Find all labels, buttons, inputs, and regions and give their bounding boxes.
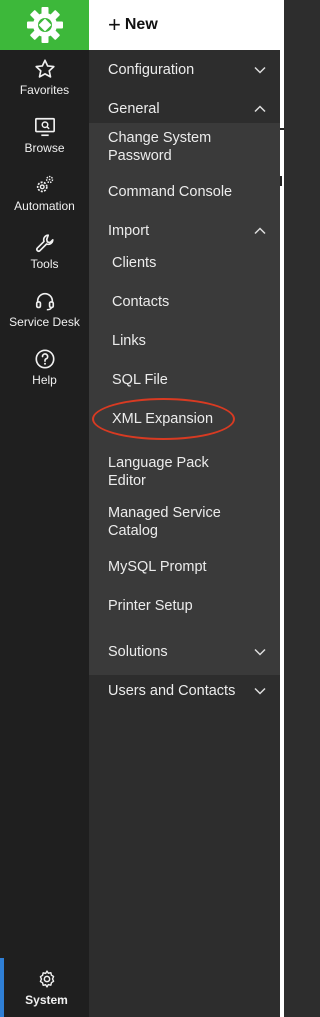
rail-help[interactable]: Help bbox=[0, 348, 89, 406]
chevron-down-icon bbox=[254, 66, 266, 74]
menu-import-sql-file[interactable]: SQL File bbox=[89, 371, 280, 389]
nav-rail: Favorites Browse Automation Tools Servic… bbox=[0, 0, 89, 1017]
monitor-search-icon bbox=[34, 117, 55, 137]
new-button-label: New bbox=[124, 16, 158, 33]
chevron-down-icon bbox=[254, 687, 266, 695]
rail-service-desk[interactable]: Service Desk bbox=[0, 290, 89, 348]
menu-label: Command Console bbox=[108, 184, 233, 200]
menu-label: Managed Service Catalog bbox=[108, 505, 221, 539]
menu-solutions[interactable]: Solutions bbox=[89, 643, 280, 661]
menu-import[interactable]: Import bbox=[89, 222, 280, 240]
wrench-icon bbox=[35, 234, 54, 252]
background-text-fragment bbox=[280, 176, 282, 186]
menu-label: MySQL Prompt bbox=[108, 559, 207, 575]
rail-browse[interactable]: Browse bbox=[0, 116, 89, 174]
menu-label: Solutions bbox=[108, 644, 168, 660]
menu-users-and-contacts[interactable]: Users and Contacts bbox=[89, 682, 280, 700]
chevron-up-icon bbox=[254, 105, 266, 113]
logo-gear-icon[interactable] bbox=[0, 0, 89, 50]
top-bar: + New bbox=[89, 0, 280, 50]
background-page bbox=[280, 0, 284, 1017]
background-divider bbox=[280, 128, 284, 130]
rail-label: Help bbox=[32, 373, 57, 387]
menu-label: Clients bbox=[112, 255, 157, 271]
headset-icon bbox=[35, 292, 54, 311]
menu-import-xml-expansion[interactable]: XML Expansion bbox=[89, 410, 280, 428]
system-menu: Configuration General Change System Pass… bbox=[89, 50, 280, 1017]
menu-label: General bbox=[108, 101, 160, 117]
settings-gear-icon bbox=[39, 969, 54, 988]
rail-label: Tools bbox=[30, 257, 59, 271]
rail-label: Favorites bbox=[19, 83, 70, 97]
rail-label: System bbox=[25, 992, 68, 1007]
menu-label: Printer Setup bbox=[108, 598, 193, 614]
menu-label: Users and Contacts bbox=[108, 683, 236, 699]
menu-language-pack-editor[interactable]: Language Pack Editor bbox=[89, 454, 280, 490]
menu-managed-service-catalog[interactable]: Managed Service Catalog bbox=[89, 504, 280, 540]
menu-configuration[interactable]: Configuration bbox=[89, 61, 280, 79]
menu-label: Language Pack Editor bbox=[108, 455, 209, 489]
menu-change-system-password[interactable]: Change System Password bbox=[89, 129, 280, 165]
menu-command-console[interactable]: Command Console bbox=[89, 183, 280, 201]
rail-system[interactable]: System bbox=[0, 958, 89, 1017]
menu-label: XML Expansion bbox=[112, 411, 214, 427]
rail-tools[interactable]: Tools bbox=[0, 232, 89, 290]
menu-label: Import bbox=[108, 223, 150, 239]
menu-label: Contacts bbox=[112, 294, 170, 310]
rail-automation[interactable]: Automation bbox=[0, 174, 89, 232]
rail-favorites[interactable]: Favorites bbox=[0, 58, 89, 116]
menu-printer-setup[interactable]: Printer Setup bbox=[89, 597, 280, 615]
plus-icon: + bbox=[108, 12, 121, 37]
chevron-up-icon bbox=[254, 227, 266, 235]
menu-import-links[interactable]: Links bbox=[89, 332, 280, 350]
menu-mysql-prompt[interactable]: MySQL Prompt bbox=[89, 558, 280, 576]
gears-icon bbox=[36, 175, 53, 193]
new-button[interactable]: + New bbox=[108, 14, 158, 36]
menu-import-contacts[interactable]: Contacts bbox=[89, 293, 280, 311]
general-submenu-panel bbox=[89, 123, 280, 675]
rail-label: Service Desk bbox=[9, 315, 80, 329]
menu-label: SQL File bbox=[112, 372, 168, 388]
menu-import-clients[interactable]: Clients bbox=[89, 254, 280, 272]
chevron-down-icon bbox=[254, 648, 266, 656]
menu-label: Change System Password bbox=[108, 130, 212, 164]
menu-general[interactable]: General bbox=[89, 100, 280, 118]
menu-label: Links bbox=[112, 333, 146, 349]
rail-label: Automation bbox=[14, 199, 75, 213]
rail-label: Browse bbox=[24, 141, 65, 155]
star-icon bbox=[34, 59, 55, 78]
menu-label: Configuration bbox=[108, 62, 195, 78]
help-icon bbox=[34, 349, 55, 369]
